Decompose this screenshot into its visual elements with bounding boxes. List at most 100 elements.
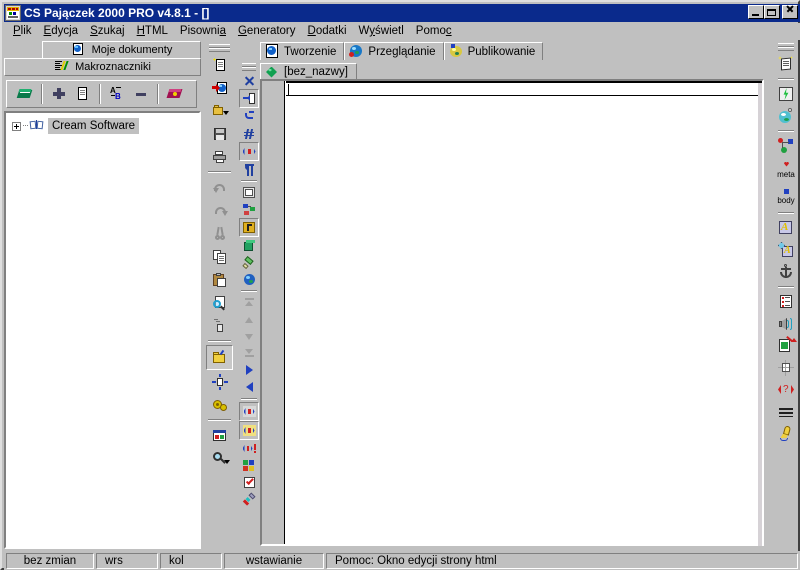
editor-vertical-scrollbar[interactable] [758,83,762,546]
window-title: CS Pajączek 2000 PRO v4.8.1 - [] [24,6,210,20]
minimize-button[interactable] [748,5,764,19]
menu-dodatki[interactable]: Dodatki [302,24,353,39]
global-link-button[interactable] [775,105,797,127]
meta-label: meta [777,169,795,179]
tab-makroznaczniki[interactable]: Makroznaczniki [4,58,201,76]
speaker-icon [778,316,794,332]
custom-edit-button[interactable] [775,423,797,445]
image-insert-button[interactable] [775,335,797,357]
window-controls [748,5,798,19]
close-book-button[interactable] [163,82,187,106]
new-document-button[interactable] [71,82,95,106]
project-folder-button[interactable] [206,345,233,370]
hr-icon [778,404,794,420]
menu-html[interactable]: HTML [131,24,174,39]
tree-item-cream-software[interactable]: Cream Software [6,118,199,134]
copy-button[interactable] [207,245,232,268]
menu-pomoc[interactable]: Pomoc [410,24,458,39]
expander-icon[interactable] [12,121,21,131]
remove-button[interactable] [129,82,153,106]
globe-page-icon [71,42,87,58]
status-bar: bez zmian wrs kol wstawianie Pomoc: Okno… [4,551,800,570]
menu-generatory[interactable]: Generatory [232,24,302,39]
replace-button[interactable] [207,314,232,337]
title-bar: CS Pajączek 2000 PRO v4.8.1 - [] [4,4,800,22]
paste-icon [212,272,228,288]
undo-arrow-icon [212,180,228,196]
list-tool-button[interactable] [775,291,797,313]
anchor-icon [778,264,794,280]
sound-button[interactable] [775,313,797,335]
magnifier-icon [212,451,230,467]
status-col: kol [160,552,222,569]
html-editor[interactable] [260,79,764,546]
undo-button[interactable] [207,176,232,199]
globe-blue-icon [349,44,364,59]
html-tags-toolbar: meta body A A ? [774,41,798,549]
copy-icon [212,249,228,265]
green-book-icon [16,86,33,102]
toolbar-grip[interactable] [209,43,230,52]
table-insert-button[interactable] [775,357,797,379]
horizontal-rule-button[interactable] [775,401,797,423]
redo-button[interactable] [207,199,232,222]
menu-edycja[interactable]: Edycja [38,24,85,39]
menu-szukaj[interactable]: Szukaj [84,24,131,39]
body-label: body [777,195,795,205]
paste-button[interactable] [207,268,232,291]
main-toolbar [204,41,235,549]
font-style-icon: A [778,242,794,258]
settings-button[interactable] [207,393,232,416]
restore-button[interactable] [764,5,780,19]
new-html-page-button[interactable] [775,53,797,75]
body-tag-button[interactable]: body [775,183,797,209]
tab-publikowanie[interactable]: Publikowanie [443,42,544,60]
new-document-button[interactable] [207,53,232,76]
yellow-folder-icon [212,349,228,366]
zoom-button[interactable] [207,447,232,470]
tab-tworzenie[interactable]: Tworzenie [260,42,345,60]
left-explorer-panel: Moje dokumenty Makroznaczniki A B Cream … [4,41,201,549]
tab-przegladanie[interactable]: Przeglądanie [344,42,444,60]
insert-element-button[interactable] [207,370,232,393]
open-book-button[interactable] [13,82,37,106]
new-doc-icon [212,57,228,73]
meta-tags-button[interactable]: meta [775,157,797,183]
toolbar-grip[interactable] [778,43,794,51]
toolbar-separator [778,286,794,288]
menu-pisownia[interactable]: Pisownia [174,24,232,39]
new-web-doc-icon [211,80,228,96]
cut-button[interactable] [207,222,232,245]
scissors-icon [212,226,228,242]
gears-icon [212,397,228,413]
site-map-button[interactable] [775,135,797,157]
document-tabs: [bez_nazwy] [260,62,357,80]
quick-tags-button[interactable] [775,83,797,105]
rename-button[interactable]: A B [105,82,129,106]
print-button[interactable] [207,145,232,168]
doc-tab-bez-nazwy[interactable]: [bez_nazwy] [260,63,357,80]
status-modified: bez zmian [6,552,94,569]
toolbar-separator [778,130,794,132]
new-web-document-button[interactable] [207,76,232,99]
preview-window-button[interactable] [207,424,232,447]
tab-moje-dokumenty[interactable]: Moje dokumenty [42,41,201,58]
toolbar-separator [208,171,231,173]
comment-button[interactable]: ? [775,379,797,401]
close-button[interactable] [782,5,798,19]
doc-tab-label: [bez_nazwy] [284,66,348,78]
menu-plik[interactable]: Plik [7,24,38,39]
open-file-button[interactable] [207,99,232,122]
font-format-button[interactable]: A [775,217,797,239]
anchor-button[interactable] [775,261,797,283]
macro-lines-icon [54,59,70,75]
find-button[interactable] [207,291,232,314]
document-tree[interactable]: Cream Software [4,111,201,549]
menu-wyswietl[interactable]: Wyświetl [353,24,410,39]
text-caret [288,84,289,95]
tab-moje-dokumenty-label: Moje dokumenty [91,44,173,56]
image-arrow-icon [778,335,797,354]
save-file-button[interactable] [207,122,232,145]
add-button[interactable] [47,82,71,106]
font-style-button[interactable]: A [775,239,797,261]
